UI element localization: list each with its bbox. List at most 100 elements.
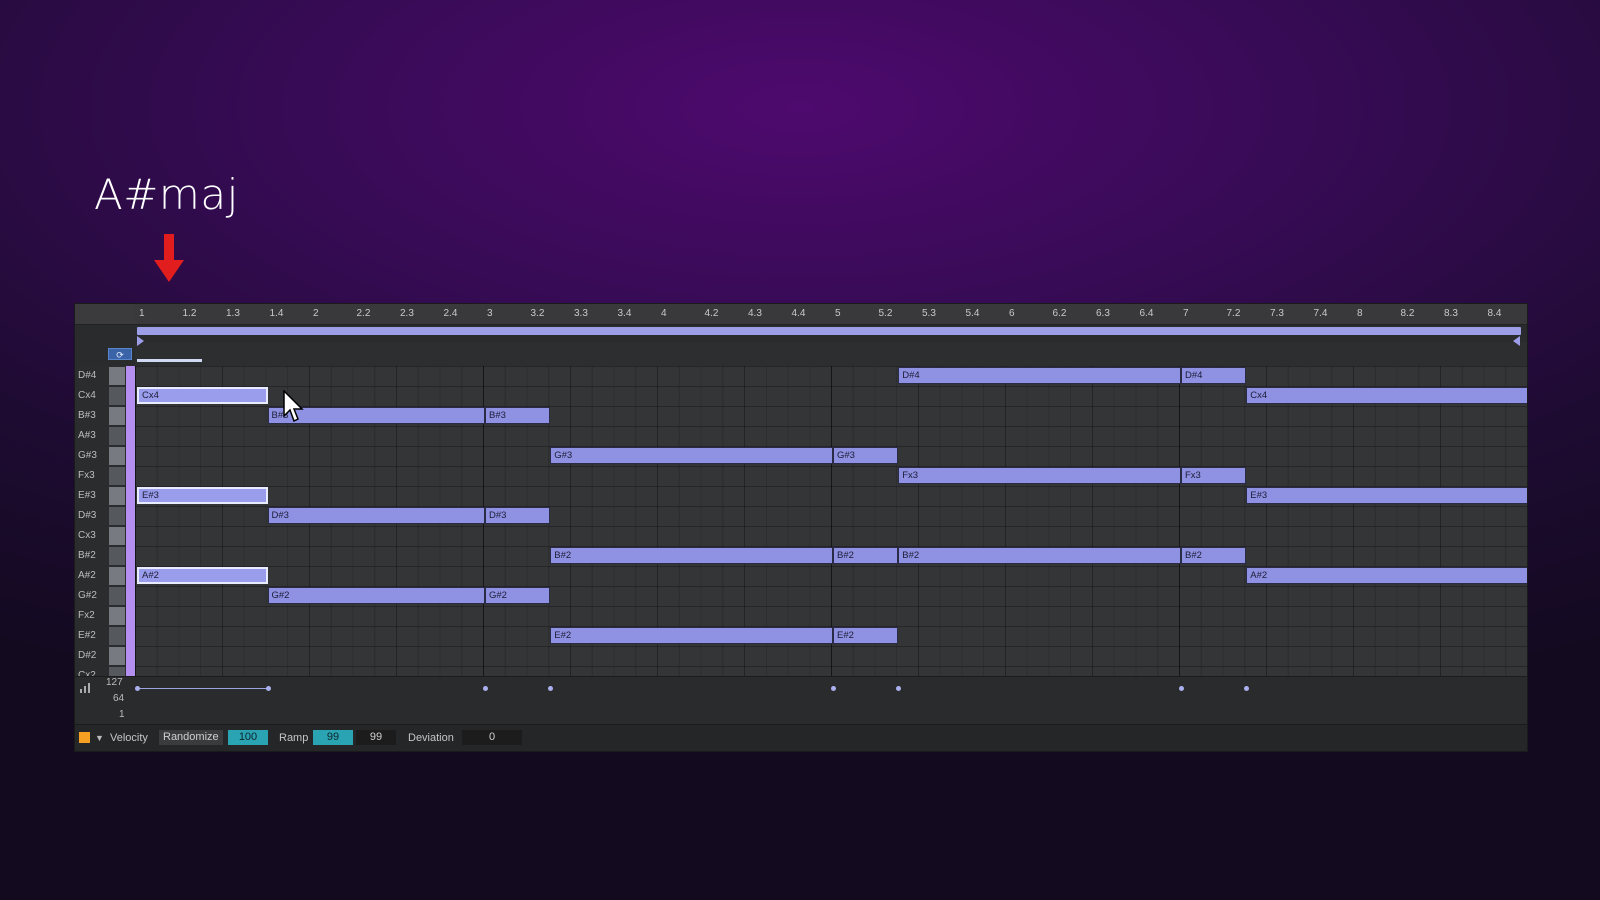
midi-note[interactable]: Fx3 xyxy=(898,467,1181,484)
key-swatch[interactable] xyxy=(109,407,125,425)
fold-button[interactable]: ⟳ xyxy=(108,348,132,360)
midi-note[interactable]: D#4 xyxy=(1181,367,1247,384)
velocity-point[interactable] xyxy=(1179,686,1184,691)
ruler-label: 6.2 xyxy=(1052,308,1067,319)
midi-note[interactable]: B#3 xyxy=(485,407,551,424)
key-label: B#3 xyxy=(78,410,96,421)
midi-note[interactable]: A#2 xyxy=(137,567,268,584)
start-marker-bar[interactable] xyxy=(137,359,202,362)
ruler-label: 3.3 xyxy=(574,308,588,319)
velocity-point[interactable] xyxy=(1244,686,1250,691)
ruler-label: 4 xyxy=(661,308,667,319)
note-grid[interactable]: Cx4 E#3 A#2 B#3 D#3 G#2 B#3 D#3 G#2 G#3 B#2 E#2 G#3 B… xyxy=(135,366,1527,676)
midi-note[interactable]: Fx3 xyxy=(1181,467,1247,484)
velocity-point[interactable] xyxy=(265,686,271,691)
ruler-label: 6 xyxy=(1009,308,1015,319)
ruler-label: 2.2 xyxy=(356,308,371,319)
velocity-tick-min: 1 xyxy=(119,709,125,720)
midi-note[interactable]: D#3 xyxy=(485,507,551,524)
midi-note[interactable]: D#4 xyxy=(898,367,1181,384)
key-swatch[interactable] xyxy=(109,367,125,385)
ruler-label: 2.3 xyxy=(400,308,414,319)
midi-note[interactable]: G#2 xyxy=(485,587,551,604)
ruler-label: 2 xyxy=(313,308,319,319)
randomize-value[interactable]: 100 xyxy=(228,730,268,745)
ruler-label: 3 xyxy=(487,308,493,319)
randomize-button[interactable]: Randomize xyxy=(159,730,223,745)
midi-note[interactable]: B#2 xyxy=(550,547,833,564)
midi-note[interactable]: G#3 xyxy=(833,447,899,464)
ramp-start-value[interactable]: 99 xyxy=(313,730,353,745)
ruler-label: 4.3 xyxy=(748,308,762,319)
midi-note[interactable]: E#3 xyxy=(1246,487,1527,504)
key-swatch[interactable] xyxy=(109,547,125,565)
loop-strip xyxy=(135,342,1527,367)
ruler-label: 5.3 xyxy=(922,308,936,319)
midi-note[interactable]: A#2 xyxy=(1246,567,1527,584)
key-swatch[interactable] xyxy=(109,387,125,405)
velocity-point[interactable] xyxy=(896,686,902,691)
key-label: B#2 xyxy=(78,550,96,561)
deviation-label: Deviation xyxy=(408,732,454,744)
ruler-label: 3.4 xyxy=(617,308,632,319)
midi-note[interactable]: G#3 xyxy=(550,447,833,464)
clip-color-icon[interactable] xyxy=(79,732,90,743)
midi-note[interactable]: B#2 xyxy=(1181,547,1247,564)
ramp-label[interactable]: Ramp xyxy=(279,732,308,744)
velocity-point[interactable] xyxy=(135,686,140,691)
key-swatch[interactable] xyxy=(109,447,125,465)
midi-note[interactable]: B#2 xyxy=(898,547,1181,564)
ruler-label: 8.3 xyxy=(1444,308,1458,319)
midi-note[interactable]: G#2 xyxy=(267,587,485,604)
key-swatch[interactable] xyxy=(109,627,125,645)
key-label: Cx3 xyxy=(78,530,96,541)
midi-note[interactable]: D#3 xyxy=(267,507,485,524)
midi-note[interactable]: B#2 xyxy=(833,547,899,564)
key-label: Fx2 xyxy=(78,610,95,621)
key-swatch[interactable] xyxy=(109,647,125,665)
key-swatch[interactable] xyxy=(109,567,125,585)
velocity-line xyxy=(137,688,268,689)
midi-note[interactable]: E#2 xyxy=(550,627,833,644)
key-swatch[interactable] xyxy=(109,607,125,625)
ramp-end-value[interactable]: 99 xyxy=(356,730,396,745)
key-swatch[interactable] xyxy=(109,507,125,525)
time-ruler[interactable]: 1 1.2 1.3 1.4 2 2.2 2.3 2.4 3 3.2 3.3 3.4 4 4.2 4.3 4.4… xyxy=(75,304,1527,325)
key-label: A#2 xyxy=(78,570,96,581)
key-label: G#3 xyxy=(78,450,97,461)
loop-end-marker[interactable] xyxy=(1513,336,1520,346)
midi-note[interactable]: Cx4 xyxy=(1246,387,1527,404)
ruler-label: 3.2 xyxy=(530,308,545,319)
loop-brace[interactable] xyxy=(137,327,1521,335)
key-label: E#3 xyxy=(78,490,96,501)
ruler-label: 6.3 xyxy=(1096,308,1110,319)
ruler-label: 1.3 xyxy=(226,308,240,319)
velocity-point[interactable] xyxy=(548,686,554,691)
velocity-icon xyxy=(80,683,90,693)
ruler-label: 1.4 xyxy=(269,308,284,319)
ruler-label: 6.4 xyxy=(1139,308,1154,319)
loop-start-marker[interactable] xyxy=(137,336,144,346)
velocity-point[interactable] xyxy=(831,686,836,691)
preview-key-strip xyxy=(126,366,135,676)
midi-note[interactable]: E#2 xyxy=(833,627,899,644)
midi-note[interactable]: Cx4 xyxy=(137,387,268,404)
ruler-corner xyxy=(75,304,135,324)
ruler-label: 1.2 xyxy=(182,308,197,319)
deviation-value[interactable]: 0 xyxy=(462,730,522,745)
velocity-point[interactable] xyxy=(483,686,488,691)
key-swatch[interactable] xyxy=(109,427,125,445)
velocity-lane[interactable]: 127 64 1 xyxy=(75,676,1527,725)
ruler-label: 5 xyxy=(835,308,841,319)
velocity-tick-max: 127 xyxy=(106,677,123,688)
key-label: Fx3 xyxy=(78,470,95,481)
ruler-label: 8.2 xyxy=(1400,308,1415,319)
midi-note[interactable]: E#3 xyxy=(137,487,268,504)
chevron-down-icon[interactable]: ▼ xyxy=(95,733,104,743)
key-swatch[interactable] xyxy=(109,587,125,605)
midi-note-editor: 1 1.2 1.3 1.4 2 2.2 2.3 2.4 3 3.2 3.3 3.4 4 4.2 4.3 4.4… xyxy=(74,303,1528,752)
key-swatch[interactable] xyxy=(109,467,125,485)
ruler-label: 5.4 xyxy=(965,308,980,319)
key-swatch[interactable] xyxy=(109,527,125,545)
key-swatch[interactable] xyxy=(109,487,125,505)
